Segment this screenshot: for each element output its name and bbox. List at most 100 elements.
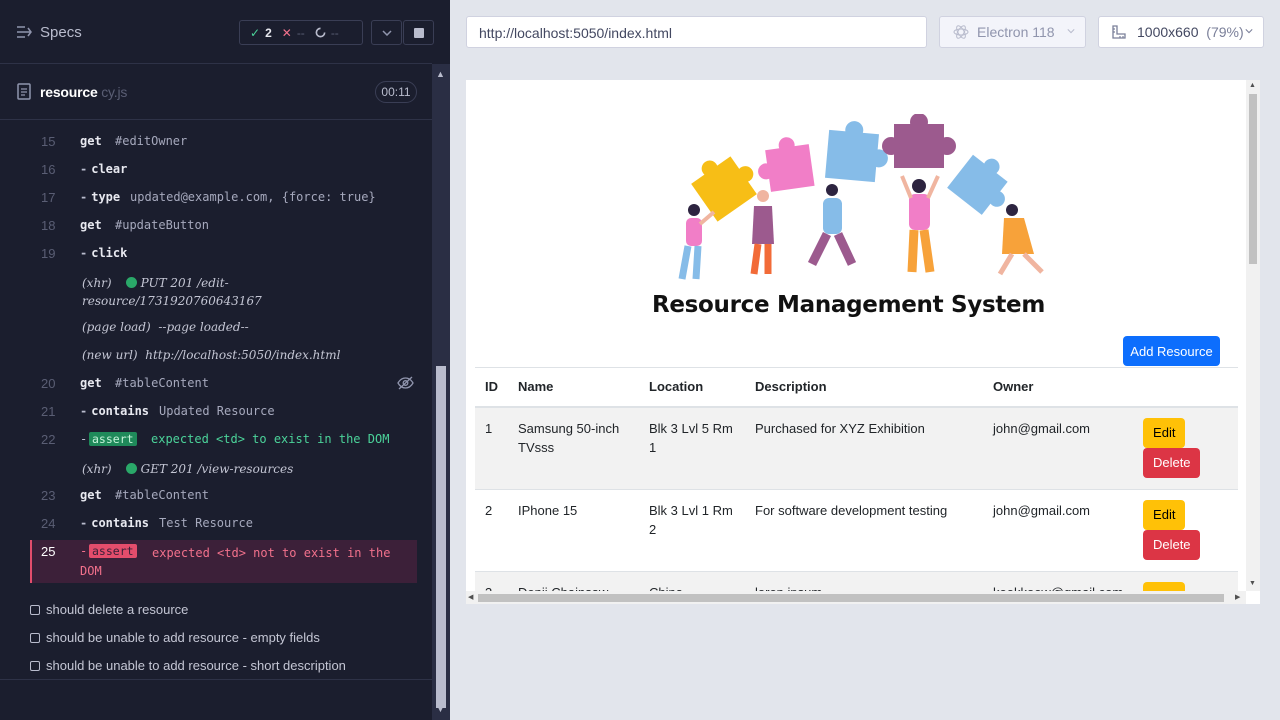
scroll-down-icon[interactable]: ▼ xyxy=(1249,580,1256,587)
column-header-owner: Owner xyxy=(983,367,1134,408)
command-number: 25 xyxy=(41,544,56,559)
edit-button[interactable]: Edit xyxy=(1143,581,1186,591)
column-header-id: ID xyxy=(475,367,508,408)
event-label: (new url) xyxy=(82,348,138,362)
scroll-right-icon[interactable]: ▶ xyxy=(1235,593,1240,601)
page-load-event[interactable]: (page load) --page loaded-- xyxy=(82,320,249,334)
scroll-down-icon[interactable]: ▼ xyxy=(436,704,445,714)
stop-icon xyxy=(413,27,424,38)
stop-button[interactable] xyxy=(403,20,434,45)
column-header-name: Name xyxy=(508,367,639,408)
child-marker: - xyxy=(80,432,88,446)
command-name: clear xyxy=(80,162,127,176)
command-name: get xyxy=(80,488,102,502)
table-row: 1 Samsung 50-inch TVsss Blk 3 Lvl 5 Rm 1… xyxy=(475,406,1238,490)
divider xyxy=(0,679,432,680)
event-label: (page load) xyxy=(82,320,151,334)
ruler-icon xyxy=(1112,25,1126,39)
cell-location: China xyxy=(639,571,745,591)
specs-label[interactable]: Specs xyxy=(40,24,82,41)
event-label: (xhr) xyxy=(82,462,112,476)
command-number: 23 xyxy=(41,488,56,503)
assert-badge: assert xyxy=(89,432,137,446)
scroll-left-icon[interactable]: ◀ xyxy=(468,593,473,601)
command-arg: #editOwner xyxy=(115,134,188,148)
test-status-icon xyxy=(30,604,40,615)
zoom-level: (79%) xyxy=(1206,24,1244,40)
spec-file-ext: cy.js xyxy=(97,84,128,100)
electron-icon xyxy=(953,25,969,39)
check-icon: ✓ xyxy=(250,25,261,40)
delete-button[interactable]: Delete xyxy=(1143,529,1201,560)
chevron-down-icon xyxy=(381,29,392,36)
command-arg: Test Resource xyxy=(159,516,253,530)
viewport-size: 1000x660 xyxy=(1137,24,1199,40)
test-stats: ✓ 2 ✕ -- -- xyxy=(239,20,363,45)
toggle-auto-scroll-button[interactable] xyxy=(371,20,402,45)
command-arg: #tableContent xyxy=(115,488,209,502)
test-item[interactable]: should be unable to add resource - short… xyxy=(30,658,346,673)
event-text: --page loaded-- xyxy=(158,320,249,334)
browser-selector[interactable]: Electron 118 xyxy=(939,16,1086,48)
reporter-panel: Specs ✓ 2 ✕ -- -- resource cy.js 00:11 1… xyxy=(0,0,450,720)
xhr-event[interactable]: (xhr) PUT 201 /edit- xyxy=(82,276,229,290)
failed-count: -- xyxy=(296,25,305,40)
cell-id: 3 xyxy=(475,571,508,591)
eye-slash-icon[interactable] xyxy=(397,376,414,390)
edit-button[interactable]: Edit xyxy=(1143,417,1186,448)
app-vertical-scrollbar[interactable]: ▲ ▼ xyxy=(1246,80,1260,591)
scrollbar-thumb[interactable] xyxy=(478,594,1224,602)
test-item[interactable]: should delete a resource xyxy=(30,602,188,617)
spec-name-text: resource xyxy=(40,84,98,100)
viewport-selector[interactable]: 1000x660 (79%) xyxy=(1098,16,1264,48)
reporter-header: Specs ✓ 2 ✕ -- -- xyxy=(0,0,434,64)
command-number: 24 xyxy=(41,516,56,531)
command-number: 17 xyxy=(41,190,56,205)
scroll-up-icon[interactable]: ▲ xyxy=(436,69,445,79)
command-name: click xyxy=(80,246,127,260)
event-text: http://localhost:5050/index.html xyxy=(145,348,341,362)
command-arg: #updateButton xyxy=(115,218,209,232)
scrollbar-thumb[interactable] xyxy=(436,366,446,708)
test-title: should delete a resource xyxy=(46,602,189,617)
command-arg: #tableContent xyxy=(115,376,209,390)
cell-location: Blk 3 Lvl 1 Rm 2 xyxy=(639,489,745,572)
command-arg: Updated Resource xyxy=(159,404,275,418)
chevron-down-icon xyxy=(1245,29,1253,34)
app-page: Resource Management System Add Resource … xyxy=(466,80,1246,591)
app-iframe: Resource Management System Add Resource … xyxy=(466,80,1260,604)
edit-button[interactable]: Edit xyxy=(1143,499,1186,530)
test-title: should be unable to add resource - short… xyxy=(46,658,346,673)
spec-header: resource cy.js 00:11 xyxy=(0,64,432,120)
new-url-event[interactable]: (new url) http://localhost:5050/index.ht… xyxy=(82,348,340,362)
column-header-description: Description xyxy=(745,367,983,408)
cell-actions: Edit Delete xyxy=(1133,571,1238,591)
spec-file-name[interactable]: resource cy.js xyxy=(40,84,127,100)
test-title: should be unable to add resource - empty… xyxy=(46,630,320,645)
specs-list-icon[interactable] xyxy=(16,24,32,40)
add-resource-button[interactable]: Add Resource xyxy=(1123,336,1220,366)
url-bar[interactable]: http://localhost:5050/index.html xyxy=(466,16,927,48)
spec-duration: 00:11 xyxy=(375,81,417,103)
scroll-up-icon[interactable]: ▲ xyxy=(1249,82,1256,89)
app-horizontal-scrollbar[interactable]: ◀ ▶ xyxy=(466,591,1246,604)
command-name: contains xyxy=(80,516,149,530)
command-arg: updated@example.com, {force: true} xyxy=(130,190,376,204)
test-status-icon xyxy=(30,660,40,671)
pending-stat: -- xyxy=(315,26,339,40)
xhr-event[interactable]: (xhr) GET 201 /view-resources xyxy=(82,462,293,476)
scrollbar-thumb[interactable] xyxy=(1249,94,1257,264)
table-header-row: ID Name Location Description Owner xyxy=(475,367,1238,408)
status-dot-icon xyxy=(125,463,137,474)
cell-owner: keekkoew@gmail.com xyxy=(983,571,1134,591)
table-row: 3 Denii Chainsaw China loren ipsum keekk… xyxy=(475,571,1238,591)
command-number: 18 xyxy=(41,218,56,233)
chevron-down-icon xyxy=(1067,29,1075,34)
test-item[interactable]: should be unable to add resource - empty… xyxy=(30,630,320,645)
table-row: 2 IPhone 15 Blk 3 Lvl 1 Rm 2 For softwar… xyxy=(475,489,1238,572)
assertion-fail-row[interactable]: 25 - assert expected <td> not to exist i… xyxy=(30,540,417,583)
reporter-scrollbar[interactable]: ▲ ▼ xyxy=(432,64,450,720)
aut-panel: http://localhost:5050/index.html Electro… xyxy=(450,0,1280,720)
delete-button[interactable]: Delete xyxy=(1143,447,1201,478)
cell-id: 2 xyxy=(475,489,508,572)
